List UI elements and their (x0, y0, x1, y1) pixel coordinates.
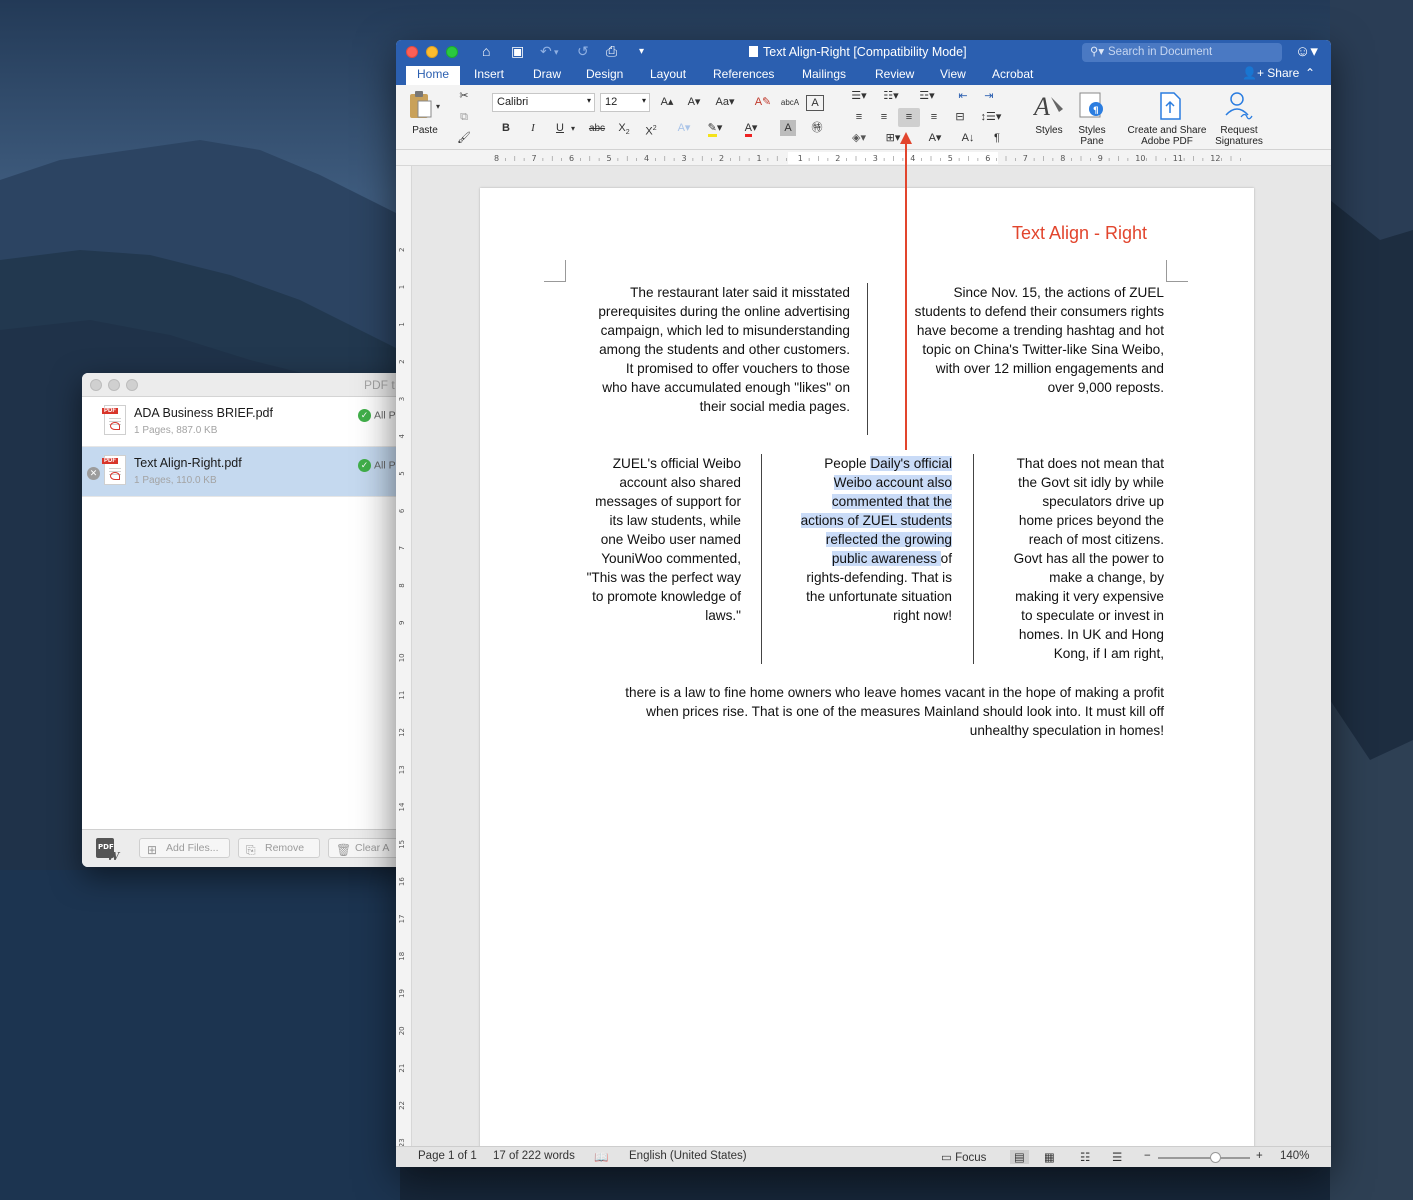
text-line: reach of most citizens. (1028, 532, 1164, 547)
file-name: ADA Business BRIEF.pdf (134, 406, 273, 420)
text-line: when prices rise. That is one of the mea… (646, 704, 1164, 719)
ruler-tick-label: 14 (398, 802, 406, 811)
pdf-converter-window: PDF t PDF ADA Business BRIEF.pdf 1 Pages… (82, 373, 412, 867)
annotation-arrow (900, 132, 912, 450)
print-layout-view-icon[interactable]: ▤ (1010, 1150, 1029, 1164)
zoom-level[interactable]: 140% (1280, 1150, 1309, 1162)
pdf-window-titlebar: PDF t (82, 373, 412, 397)
web-layout-view-icon[interactable]: ▦ (1044, 1150, 1055, 1164)
add-files-button[interactable]: ⊞ Add Files... (139, 838, 230, 858)
minimize-button[interactable] (108, 379, 120, 391)
add-file-icon: ⊞ (147, 843, 158, 857)
zoom-in-button[interactable]: + (1256, 1150, 1263, 1162)
zoom-button[interactable] (126, 379, 138, 391)
ruler-tick-label: 16 (398, 877, 406, 886)
proofing-icon[interactable]: 📖 (594, 1150, 608, 1164)
draft-view-icon[interactable]: ☰ (1112, 1150, 1122, 1164)
ruler-tick-label: 20 (398, 1026, 406, 1035)
ruler-tick-label: 23 (398, 1138, 406, 1146)
file-name: Text Align-Right.pdf (134, 456, 242, 470)
file-status: ✓ All P (358, 409, 396, 422)
ruler-tick-label: 7 (398, 546, 406, 550)
text-line: making it very expensive (1015, 589, 1164, 604)
text-line: home prices beyond the (1018, 513, 1164, 528)
zoom-out-button[interactable]: − (1144, 1150, 1151, 1162)
ruler-tick-label: 18 (398, 952, 406, 961)
file-row-text-align[interactable]: ✕ PDF Text Align-Right.pdf 1 Pages, 110.… (82, 447, 412, 497)
text-line: laws." (705, 608, 741, 623)
text-line: Govt has all the power to (1013, 551, 1164, 566)
pdf-file-icon: PDF (102, 455, 126, 485)
text-line: right now! (893, 608, 952, 623)
ruler-tick-label: 15 (398, 840, 406, 849)
ruler-tick-label: 21 (398, 1064, 406, 1073)
text-line: there is a law to fine home owners who l… (625, 685, 1164, 700)
ruler-tick-label: 11 (398, 691, 406, 700)
text-line: one Weibo user named (600, 532, 741, 547)
zoom-slider-knob[interactable] (1209, 1152, 1221, 1163)
remove-file-icon: ⎘ (246, 843, 256, 857)
text-line: speculators drive up (1042, 494, 1164, 509)
ruler-tick-label: 22 (398, 1101, 406, 1110)
selected-text-line: commented that the (831, 494, 952, 509)
selected-text-line: reflected the growing (825, 532, 952, 547)
text-line: messages of support for (595, 494, 741, 509)
text-line: homes. In UK and Hong (1018, 627, 1164, 642)
ruler-tick-label: 8 (398, 583, 406, 587)
selected-text-line: actions of ZUEL students (800, 513, 952, 528)
text-line: unhealthy speculation in homes! (969, 723, 1164, 738)
outline-view-icon[interactable]: ☷ (1080, 1150, 1090, 1164)
focus-button[interactable]: ▭ Focus (941, 1150, 986, 1164)
section3-paragraph: there is a law to fine home owners who l… (570, 683, 1164, 740)
ruler-tick-label: 9 (398, 621, 406, 625)
status-bar: Page 1 of 1 17 of 222 words 📖 English (U… (396, 1146, 1331, 1167)
column-divider (973, 454, 974, 664)
text-line: Kong, if I am right, (1053, 646, 1164, 661)
language-status[interactable]: English (United States) (629, 1150, 747, 1162)
pdf-window-title: PDF t (364, 378, 395, 392)
check-icon: ✓ (358, 459, 371, 472)
page-count[interactable]: Page 1 of 1 (418, 1150, 477, 1162)
word-window: ⌂ ▣ ↶ ▾ ↺ ⎙ ▾ Text Align-Right [Compatib… (396, 40, 1331, 1167)
pdf-window-toolbar: PDF W ⊞ Add Files... ⎘ Remove 🗑 Clear A (82, 829, 412, 867)
section2-column3: That does not mean that the Govt sit idly… (980, 454, 1164, 663)
text-line: the Govt sit idly by while (1018, 475, 1164, 490)
text-line: the unfortunate situation (806, 589, 952, 604)
remove-button[interactable]: ⎘ Remove (238, 838, 320, 858)
column-divider (761, 454, 762, 664)
section2-column2: People Daily's official Weibo account al… (770, 454, 952, 625)
focus-icon: ▭ (941, 1152, 956, 1164)
text-line: account also shared (619, 475, 741, 490)
ruler-tick-label: 6 (398, 508, 406, 513)
ruler-tick-label: 19 (398, 989, 406, 998)
text-line: to promote knowledge of (592, 589, 741, 604)
word-count[interactable]: 17 of 222 words (493, 1150, 575, 1162)
text-line: rights-defending. That is (806, 570, 952, 585)
selected-text-line: Weibo account also (833, 475, 952, 490)
check-icon: ✓ (358, 409, 371, 422)
ruler-tick-label: 12 (398, 728, 406, 737)
ruler-tick-label: 17 (398, 914, 406, 923)
text-line: make a change, by (1049, 570, 1164, 585)
pdf-to-word-logo-icon: PDF W (96, 838, 121, 862)
text-line: its law students, while (609, 513, 741, 528)
section2-column1: ZUEL's official Weibo account also shared… (550, 454, 741, 625)
ruler-tick-label: 13 (398, 765, 406, 774)
file-meta: 1 Pages, 887.0 KB (134, 425, 218, 436)
text-line: to speculate or invest in (1021, 608, 1164, 623)
text-line: "This was the perfect way (586, 570, 741, 585)
pdf-file-icon: PDF (102, 405, 126, 435)
close-button[interactable] (90, 379, 102, 391)
remove-file-icon[interactable]: ✕ (87, 467, 100, 480)
trash-icon: 🗑 (336, 843, 352, 857)
ruler-tick-label: 5 (398, 471, 406, 475)
svg-text:W: W (107, 850, 121, 862)
text-line: YouniWoo commented, (601, 551, 741, 566)
zoom-slider[interactable] (1158, 1152, 1250, 1163)
file-meta: 1 Pages, 110.0 KB (134, 475, 217, 486)
file-row-ada[interactable]: PDF ADA Business BRIEF.pdf 1 Pages, 887.… (82, 397, 412, 447)
ruler-tick-label: 10 (398, 653, 406, 662)
file-status: ✓ All P (358, 459, 396, 472)
